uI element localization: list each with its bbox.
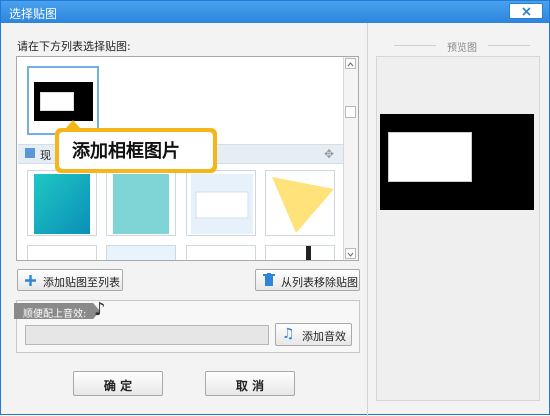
close-button[interactable] <box>509 3 543 19</box>
tooltip-callout: 添加相框图片 <box>55 120 217 173</box>
sticker-tile[interactable] <box>106 245 176 260</box>
image-icon <box>25 148 35 158</box>
sticker-tile[interactable] <box>27 245 97 260</box>
tooltip-text: 添加相框图片 <box>72 141 180 162</box>
sticker-tile[interactable] <box>186 245 256 260</box>
cancel-button[interactable]: 取 消 <box>205 371 295 396</box>
preview-label: 预览图 <box>394 39 530 54</box>
sticker-tile[interactable] <box>27 170 97 236</box>
sticker-tile[interactable] <box>106 170 176 236</box>
plus-icon <box>25 275 36 286</box>
sticker-tile[interactable] <box>265 245 335 260</box>
music-add-icon: ♫ <box>282 326 295 342</box>
sticker-tile[interactable] <box>265 170 335 236</box>
select-sticker-dialog: 选择贴图 请在下方列表选择贴图: 现 ✥ 添加相框图片 添加贴图至列表 从列表移… <box>0 0 550 416</box>
trash-icon <box>263 273 275 286</box>
sound-file-field[interactable] <box>25 325 269 345</box>
panel-divider <box>367 23 368 416</box>
title-bar: 选择贴图 <box>1 1 549 23</box>
add-sticker-button[interactable]: 添加贴图至列表 <box>17 269 123 291</box>
ok-button[interactable]: 确 定 <box>73 371 163 396</box>
scroll-down-button[interactable] <box>345 248 356 259</box>
sound-label-tag: 顺便配上音效: <box>14 303 100 319</box>
scroll-up-button[interactable] <box>345 58 356 69</box>
window-title: 选择贴图 <box>9 7 58 21</box>
sticker-tile[interactable] <box>186 170 256 236</box>
music-note-icon: ♪ <box>94 299 106 320</box>
add-sound-button[interactable]: ♫ 添加音效 <box>275 323 352 346</box>
preview-image-frame <box>388 132 472 182</box>
remove-sticker-button[interactable]: 从列表移除贴图 <box>255 269 360 291</box>
list-label: 请在下方列表选择贴图: <box>17 40 131 53</box>
close-icon <box>522 7 531 16</box>
category-title: 现 <box>40 149 51 162</box>
scroll-thumb[interactable] <box>345 106 356 118</box>
sticker-thumbnail-selected[interactable] <box>27 66 99 135</box>
move-icon: ✥ <box>323 147 334 161</box>
preview-panel <box>376 56 540 401</box>
list-scrollbar[interactable] <box>343 57 358 260</box>
